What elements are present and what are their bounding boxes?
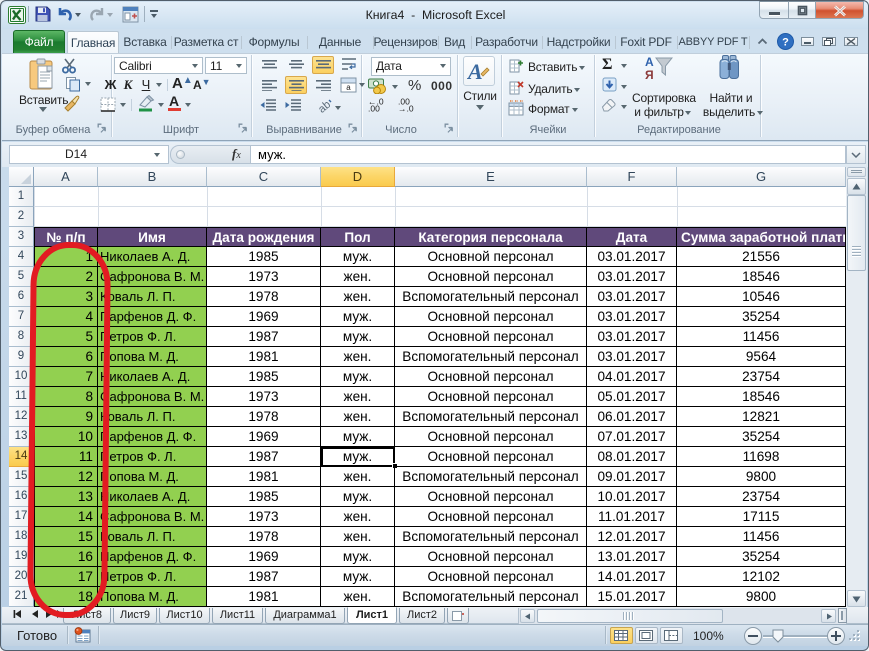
svg-text:А: А: [645, 55, 654, 69]
svg-text:?: ?: [782, 37, 789, 49]
svg-text:.00: .00: [368, 104, 380, 113]
svg-text:→.0: →.0: [398, 104, 414, 113]
svg-text:A: A: [467, 59, 483, 84]
svg-text:Я: Я: [645, 68, 654, 81]
svg-text:a: a: [346, 83, 351, 92]
